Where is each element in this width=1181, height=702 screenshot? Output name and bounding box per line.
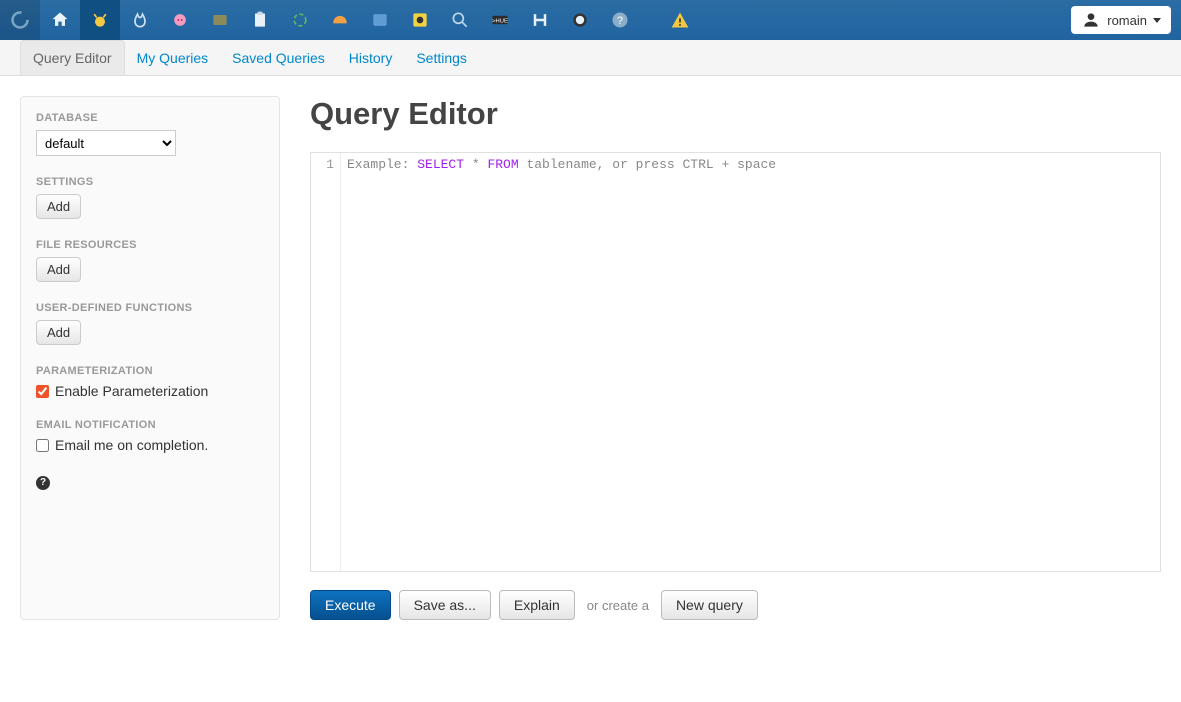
udf-label: USER-DEFINED FUNCTIONS <box>36 302 264 314</box>
pig-icon[interactable] <box>160 0 200 40</box>
email-label: EMAIL NOTIFICATION <box>36 419 264 431</box>
fileresources-label: FILE RESOURCES <box>36 239 264 251</box>
warning-icon[interactable] <box>660 0 700 40</box>
folder-icon[interactable] <box>360 0 400 40</box>
beeswax-icon[interactable] <box>80 0 120 40</box>
explain-button[interactable]: Explain <box>499 590 575 620</box>
save-as-button[interactable]: Save as... <box>399 590 491 620</box>
oozie-icon[interactable] <box>280 0 320 40</box>
parameterization-checkbox-label: Enable Parameterization <box>55 383 208 399</box>
topbar: >HUE ? romain <box>0 0 1181 40</box>
parameterization-checkbox[interactable] <box>36 385 49 398</box>
hbase-icon[interactable] <box>520 0 560 40</box>
content: DATABASE default SETTINGS Add FILE RESOU… <box>0 76 1181 640</box>
or-create-text: or create a <box>583 598 653 613</box>
home-icon[interactable] <box>40 0 80 40</box>
tab-query-editor[interactable]: Query Editor <box>20 40 125 75</box>
tab-saved-queries[interactable]: Saved Queries <box>220 40 337 75</box>
impala-icon[interactable] <box>120 0 160 40</box>
page-title: Query Editor <box>310 96 1161 132</box>
action-row: Execute Save as... Explain or create a N… <box>310 590 1161 620</box>
help-icon[interactable]: ? <box>36 476 50 490</box>
help-topbar-icon[interactable]: ? <box>600 0 640 40</box>
hue-logo[interactable] <box>0 0 40 40</box>
query-editor-box[interactable]: 1 Example: SELECT * FROM tablename, or p… <box>310 152 1161 572</box>
clipboard-icon[interactable] <box>240 0 280 40</box>
search-icon[interactable] <box>440 0 480 40</box>
svg-text:>HUE: >HUE <box>492 19 508 25</box>
settings-add-button[interactable]: Add <box>36 194 81 219</box>
email-checkbox[interactable] <box>36 439 49 452</box>
hue-badge-icon[interactable]: >HUE <box>480 0 520 40</box>
tab-my-queries[interactable]: My Queries <box>125 40 221 75</box>
execute-button[interactable]: Execute <box>310 590 391 620</box>
disc-icon[interactable] <box>400 0 440 40</box>
subnav: Query Editor My Queries Saved Queries Hi… <box>0 40 1181 76</box>
database-label: DATABASE <box>36 112 264 124</box>
tab-settings[interactable]: Settings <box>404 40 479 75</box>
editor-code-area[interactable]: Example: SELECT * FROM tablename, or pre… <box>341 153 1160 571</box>
fileresources-add-button[interactable]: Add <box>36 257 81 282</box>
svg-text:?: ? <box>617 15 623 27</box>
user-icon <box>1081 10 1101 30</box>
settings-label: SETTINGS <box>36 176 264 188</box>
chevron-down-icon <box>1153 18 1161 23</box>
sidebar: DATABASE default SETTINGS Add FILE RESOU… <box>20 96 280 620</box>
editor-gutter: 1 <box>311 153 341 571</box>
new-query-button[interactable]: New query <box>661 590 758 620</box>
main: Query Editor 1 Example: SELECT * FROM ta… <box>310 96 1161 620</box>
zookeeper-icon[interactable] <box>560 0 600 40</box>
user-menu[interactable]: romain <box>1071 6 1171 34</box>
user-name: romain <box>1107 13 1147 28</box>
sqoop-icon[interactable] <box>200 0 240 40</box>
hardhat-icon[interactable] <box>320 0 360 40</box>
email-checkbox-label: Email me on completion. <box>55 437 208 453</box>
database-select[interactable]: default <box>36 130 176 156</box>
tab-history[interactable]: History <box>337 40 405 75</box>
line-number: 1 <box>326 157 334 172</box>
udf-add-button[interactable]: Add <box>36 320 81 345</box>
parameterization-label: PARAMETERIZATION <box>36 365 264 377</box>
